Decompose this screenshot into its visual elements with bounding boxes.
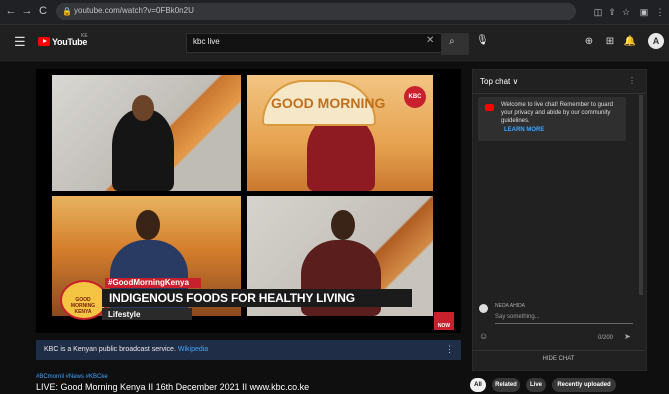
notifications-bell-icon[interactable]: 🔔 [623,36,637,48]
info-more-icon[interactable]: ⋮ [445,343,454,355]
hide-chat-button[interactable]: HIDE CHAT [472,355,645,363]
wikipedia-link[interactable]: Wikipedia [178,346,208,353]
show-logo-text: GOOD MORNING KENYA [70,297,96,315]
top-chat-dropdown[interactable]: Top chat ∨ [480,77,518,87]
search-input[interactable] [186,33,442,53]
tab-search-icon[interactable]: ◫ [592,6,604,18]
chat-message-input[interactable]: Say something... [495,313,540,321]
chip-recently-uploaded[interactable]: Recently uploaded [552,378,616,392]
search-icon[interactable]: ⌕ [449,36,455,48]
clear-search-icon[interactable]: ✕ [426,35,434,47]
chat-username: NEDA AHIDA [495,303,526,309]
microphone-icon[interactable]: 🎙 [476,35,489,47]
play-triangle-icon [43,39,47,43]
chip-all[interactable]: All [470,378,486,392]
chat-divider [472,350,645,351]
url-text[interactable]: youtube.com/watch?v=0FBk0n2U [74,5,194,17]
lower-third-hashtag: #GoodMorningKenya [108,278,189,287]
studio-board-text: GOOD MORNING [271,95,386,111]
chat-user-avatar [479,304,488,313]
video-tile-host-left [52,75,241,191]
emoji-icon[interactable]: ☺ [479,331,488,341]
share-icon[interactable]: ⇪ [606,6,618,18]
chat-more-icon[interactable]: ⋮ [628,76,636,86]
video-title: LIVE: Good Morning Kenya II 16th Decembe… [36,382,310,392]
avatar[interactable]: A [648,33,664,49]
hamburger-menu-icon[interactable]: ☰ [14,35,26,49]
chat-char-count: 0/200 [598,335,614,341]
forward-arrow-icon[interactable]: → [20,4,34,18]
chat-input-underline [495,323,633,324]
lower-third-title: INDIGENOUS FOODS FOR HEALTHY LIVING [109,291,355,305]
info-text: KBC is a Kenyan public broadcast service… [44,346,209,353]
send-icon[interactable]: ➤ [624,332,631,342]
create-video-icon[interactable]: ⊕ [582,36,596,48]
learn-more-link[interactable]: LEARN MORE [504,126,544,134]
apps-grid-icon[interactable]: ⊞ [603,36,617,48]
search-query[interactable]: kbc live [193,36,220,48]
lock-icon: 🔒 [62,7,72,16]
bookmark-star-icon[interactable]: ☆ [620,6,632,18]
youtube-logo-icon [485,104,494,111]
lower-third-subtitle: Lifestyle [108,310,141,319]
extensions-icon[interactable]: ▣ [638,6,650,18]
chat-scrollbar[interactable] [639,95,643,295]
chip-related[interactable]: Related [492,378,520,392]
reload-icon[interactable]: C [36,4,50,18]
back-arrow-icon[interactable]: ← [4,4,18,18]
now-logo-text: NOW [437,323,451,329]
country-code: KE [81,33,88,39]
browser-menu-icon[interactable]: ⋮ [654,6,666,18]
video-hashtags[interactable]: #BCmornil #News #KBCke [36,373,108,381]
chip-live[interactable]: Live [526,378,546,392]
chat-welcome-text: Welcome to live chat! Remember to guard … [501,102,613,124]
search-button[interactable] [441,33,469,55]
kbc-badge: KBC [404,86,426,108]
